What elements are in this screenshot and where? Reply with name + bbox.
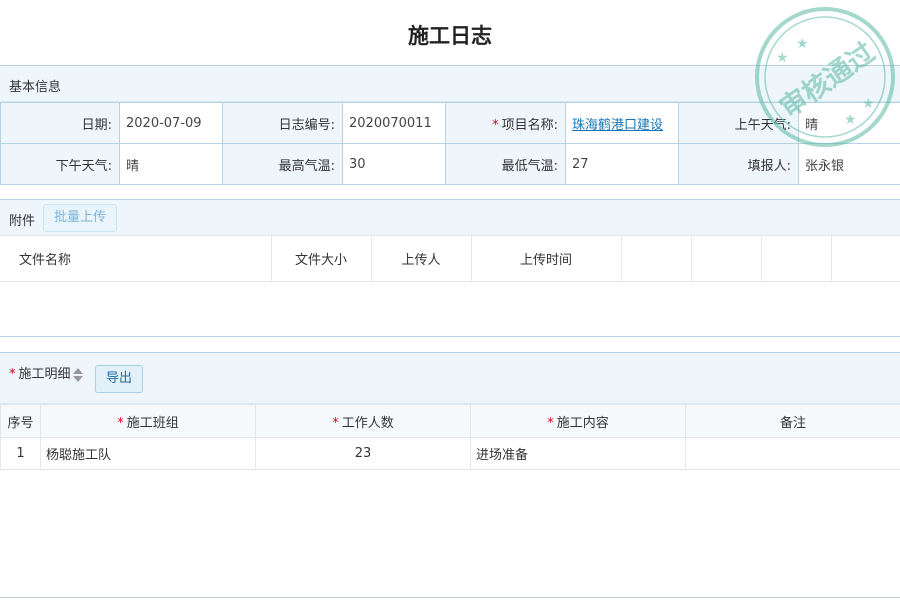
col-extra-2: [691, 236, 762, 282]
col-content: * 施工内容: [470, 404, 686, 438]
attachments-table: 文件名称 文件大小 上传人 上传时间: [0, 236, 900, 282]
date-value: 2020-07-09: [119, 102, 223, 144]
row-team[interactable]: 杨聪施工队: [40, 437, 256, 470]
attachments-empty-area: [0, 282, 900, 337]
required-mark: *: [9, 367, 16, 382]
info-row: 日期: 2020-07-09 日志编号: 2020070011 * 项目名称: 珠…: [0, 102, 900, 144]
col-team: * 施工班组: [40, 404, 256, 438]
detail-label: * 施工明细: [9, 363, 83, 383]
bottom-divider: [0, 597, 900, 598]
basic-info-header: 基本信息: [0, 65, 900, 102]
basic-info-label: 基本信息: [9, 80, 62, 95]
reporter-value: 张永银: [798, 143, 900, 185]
row-content[interactable]: 进场准备: [470, 437, 686, 470]
col-remark: 备注: [685, 404, 900, 438]
log-number-value: 2020070011: [342, 102, 446, 144]
min-temp-value: 27: [565, 143, 679, 185]
col-upload-time[interactable]: 上传时间: [471, 236, 622, 282]
max-temp-label: 最高气温:: [222, 143, 343, 185]
morning-weather-value: 晴: [798, 102, 900, 144]
col-extra-1: [621, 236, 692, 282]
col-index: 序号: [0, 404, 41, 438]
col-extra-4: [831, 236, 900, 282]
afternoon-weather-label: 下午天气:: [0, 143, 120, 185]
row-index: 1: [0, 437, 41, 470]
table-row[interactable]: 1 杨聪施工队 23 进场准备: [0, 437, 900, 470]
min-temp-label: 最低气温:: [445, 143, 566, 185]
attachments-header: 附件: [0, 199, 900, 236]
export-button[interactable]: 导出: [95, 365, 143, 393]
reporter-label: 填报人:: [678, 143, 799, 185]
col-file-name[interactable]: 文件名称: [0, 236, 272, 282]
log-number-label: 日志编号:: [222, 102, 343, 144]
svg-text:★: ★: [776, 50, 789, 66]
attachments-label: 附件: [9, 214, 36, 229]
project-name-value[interactable]: 珠海鹤港口建设: [565, 102, 679, 144]
project-name-label: * 项目名称:: [445, 102, 566, 144]
sort-icon[interactable]: [72, 367, 83, 383]
required-mark: *: [492, 117, 499, 133]
col-extra-3: [761, 236, 832, 282]
row-workers[interactable]: 23: [255, 437, 471, 470]
col-file-size[interactable]: 文件大小: [271, 236, 372, 282]
detail-header-row: 序号 * 施工班组 * 工作人数 * 施工内容 备注: [0, 404, 900, 438]
batch-upload-button[interactable]: 批量上传: [43, 204, 117, 232]
row-remark[interactable]: [685, 437, 900, 470]
max-temp-value: 30: [342, 143, 446, 185]
project-name-link[interactable]: 珠海鹤港口建设: [572, 118, 663, 133]
col-uploader[interactable]: 上传人: [371, 236, 472, 282]
date-label: 日期:: [0, 102, 120, 144]
afternoon-weather-value: 晴: [119, 143, 223, 185]
page-title: 施工日志: [408, 24, 492, 48]
detail-table: 序号 * 施工班组 * 工作人数 * 施工内容 备注 1 杨聪施工队 23 进场准备: [0, 404, 900, 470]
morning-weather-label: 上午天气:: [678, 102, 799, 144]
col-workers: * 工作人数: [255, 404, 471, 438]
attachments-header-row: 文件名称 文件大小 上传人 上传时间: [0, 236, 900, 282]
basic-info-table: 日期: 2020-07-09 日志编号: 2020070011 * 项目名称: 珠…: [0, 102, 900, 185]
info-row: 下午天气: 晴 最高气温: 30 最低气温: 27 填报人: 张永银: [0, 143, 900, 185]
